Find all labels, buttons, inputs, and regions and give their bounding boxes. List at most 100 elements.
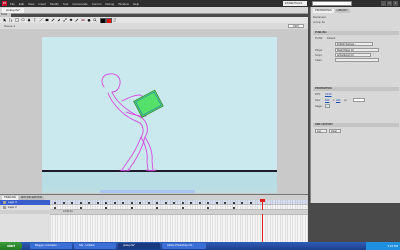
keyframe-dot[interactable]	[79, 201, 82, 204]
help-search-input[interactable]	[312, 1, 352, 6]
scene-breadcrumb[interactable]: Scene 1	[4, 24, 15, 28]
keyframe-dot[interactable]	[181, 201, 184, 204]
profile-label: Profile:	[315, 37, 324, 40]
bone-tool-icon[interactable]	[63, 18, 67, 22]
subselection-tool-icon[interactable]	[9, 18, 13, 22]
menu-modify[interactable]: Modify	[50, 2, 59, 6]
menu-commands[interactable]: Commands	[72, 2, 87, 6]
keyframe-dot[interactable]	[130, 201, 133, 204]
keyframe-dot[interactable]	[181, 206, 184, 209]
taskbar-item-flash[interactable]: pickup.fla*	[118, 243, 160, 249]
keyframe-dot[interactable]	[232, 206, 235, 209]
keyframe-dot[interactable]	[156, 206, 158, 209]
keyframe-dot[interactable]	[139, 201, 141, 204]
class-input[interactable]	[335, 58, 379, 62]
clear-button[interactable]: Clear	[329, 129, 341, 133]
keyframe-dot[interactable]	[241, 201, 243, 204]
taskbar-item-photoshop[interactable]: Adobe Photoshop CS...	[162, 243, 206, 249]
pencil-tool-icon[interactable]	[51, 18, 55, 22]
keyframe-dot[interactable]	[62, 201, 65, 204]
keyframe-dot[interactable]	[79, 206, 82, 209]
pen-tool-icon[interactable]	[27, 18, 31, 22]
menu-text[interactable]: Text	[63, 2, 69, 6]
keyframe-dot[interactable]	[96, 201, 99, 204]
log-button[interactable]: Log	[315, 129, 327, 133]
keyframe-dot[interactable]	[224, 201, 226, 204]
eraser-tool-icon[interactable]	[81, 18, 85, 22]
keyframe-dot[interactable]	[54, 206, 56, 209]
close-icon[interactable]: ×	[393, 1, 398, 6]
menu-debug[interactable]: Debug	[105, 2, 114, 6]
paint-bucket-tool-icon[interactable]	[69, 18, 73, 22]
tab-library[interactable]: LIBRARY	[334, 9, 350, 13]
properties-panel: PROPERTIES LIBRARY Document pickup.fla P…	[310, 7, 400, 203]
swf-history-section-header[interactable]: SWF HISTORY	[313, 123, 399, 127]
keyframe-dot[interactable]	[215, 201, 218, 204]
publish-settings-button[interactable]: Publish Settings...	[335, 42, 373, 46]
keyframe-dot[interactable]	[207, 206, 209, 209]
zoom-select[interactable]: 100%	[288, 24, 304, 28]
eyedropper-tool-icon[interactable]	[75, 18, 79, 22]
stage-horizontal-scrollbar[interactable]	[42, 189, 277, 193]
size-width-value[interactable]: 550	[325, 99, 329, 102]
size-height-value[interactable]: 400	[336, 99, 340, 102]
zoom-tool-icon[interactable]	[93, 18, 97, 22]
keyframe-dot[interactable]	[88, 201, 90, 204]
swap-colors-icon[interactable]	[113, 18, 117, 22]
tab-properties[interactable]: PROPERTIES	[313, 9, 334, 13]
keyframe-dot[interactable]	[173, 201, 175, 204]
ground-fill	[42, 172, 277, 189]
keyframe-dot[interactable]	[198, 201, 201, 204]
menu-window[interactable]: Window	[118, 2, 129, 6]
keyframe-dot[interactable]	[71, 201, 73, 204]
keyframe-dot[interactable]	[54, 201, 56, 204]
transform-tool-icon[interactable]	[15, 18, 19, 22]
menu-view[interactable]: View	[28, 2, 34, 6]
keyframe-dot[interactable]	[113, 201, 116, 204]
scrollbar-thumb[interactable]	[100, 189, 195, 193]
keyframe-dot[interactable]	[156, 201, 158, 204]
line-tool-icon[interactable]	[39, 18, 43, 22]
layer-icon	[3, 206, 6, 209]
properties-section-header[interactable]: PROPERTIES	[313, 87, 399, 91]
keyframe-dot[interactable]	[105, 201, 107, 204]
player-select[interactable]: Flash Player 10	[335, 48, 379, 52]
workspace-switcher[interactable]: ESSENTIALS	[283, 1, 307, 6]
keyframe-dot[interactable]	[122, 201, 124, 204]
taskbar-item-sai[interactable]: SAI - Untitled	[74, 243, 116, 249]
fps-value[interactable]: 24.00	[325, 93, 332, 96]
maximize-icon[interactable]: □	[387, 1, 392, 6]
menu-edit[interactable]: Edit	[19, 2, 24, 6]
keyframe-dot[interactable]	[232, 201, 235, 204]
hand-tool-icon[interactable]	[87, 18, 91, 22]
taskbar-item-blogger[interactable]: Blogger: Animation ...	[30, 243, 72, 249]
keyframe-dot[interactable]	[105, 206, 107, 209]
keyframe-dot[interactable]	[190, 201, 192, 204]
keyframe-dot[interactable]	[147, 201, 150, 204]
playhead[interactable]	[262, 200, 263, 243]
lasso-tool-icon[interactable]	[21, 18, 25, 22]
tab-timeline[interactable]: TIMELINE	[2, 195, 18, 200]
rectangle-tool-icon[interactable]	[45, 18, 49, 22]
menu-insert[interactable]: Insert	[38, 2, 46, 6]
text-tool-icon[interactable]: T	[33, 18, 37, 23]
minimize-icon[interactable]: _	[381, 1, 386, 6]
keyframe-dot[interactable]	[249, 201, 252, 204]
stage[interactable]	[42, 37, 277, 189]
menu-file[interactable]: File	[10, 2, 15, 6]
system-tray: 3:23 PM	[366, 242, 400, 250]
menu-help[interactable]: Help	[133, 2, 139, 6]
publish-section-header[interactable]: PUBLISH	[313, 31, 399, 35]
script-select[interactable]: ActionScript 3.0	[335, 53, 371, 57]
brush-tool-icon[interactable]	[57, 18, 61, 22]
keyframe-dot[interactable]	[130, 206, 133, 209]
keyframe-dot[interactable]	[207, 201, 209, 204]
keyframe-dot[interactable]	[164, 201, 167, 204]
stage-color-swatch[interactable]	[325, 104, 330, 108]
edit-size-button[interactable]	[353, 98, 365, 102]
tab-motion-editor[interactable]: MOTION EDITOR	[18, 195, 44, 200]
start-button[interactable]: start	[0, 242, 22, 250]
selection-tool-icon[interactable]	[3, 18, 7, 22]
menu-control[interactable]: Control	[92, 2, 102, 6]
timeline-frames[interactable]	[50, 199, 308, 243]
